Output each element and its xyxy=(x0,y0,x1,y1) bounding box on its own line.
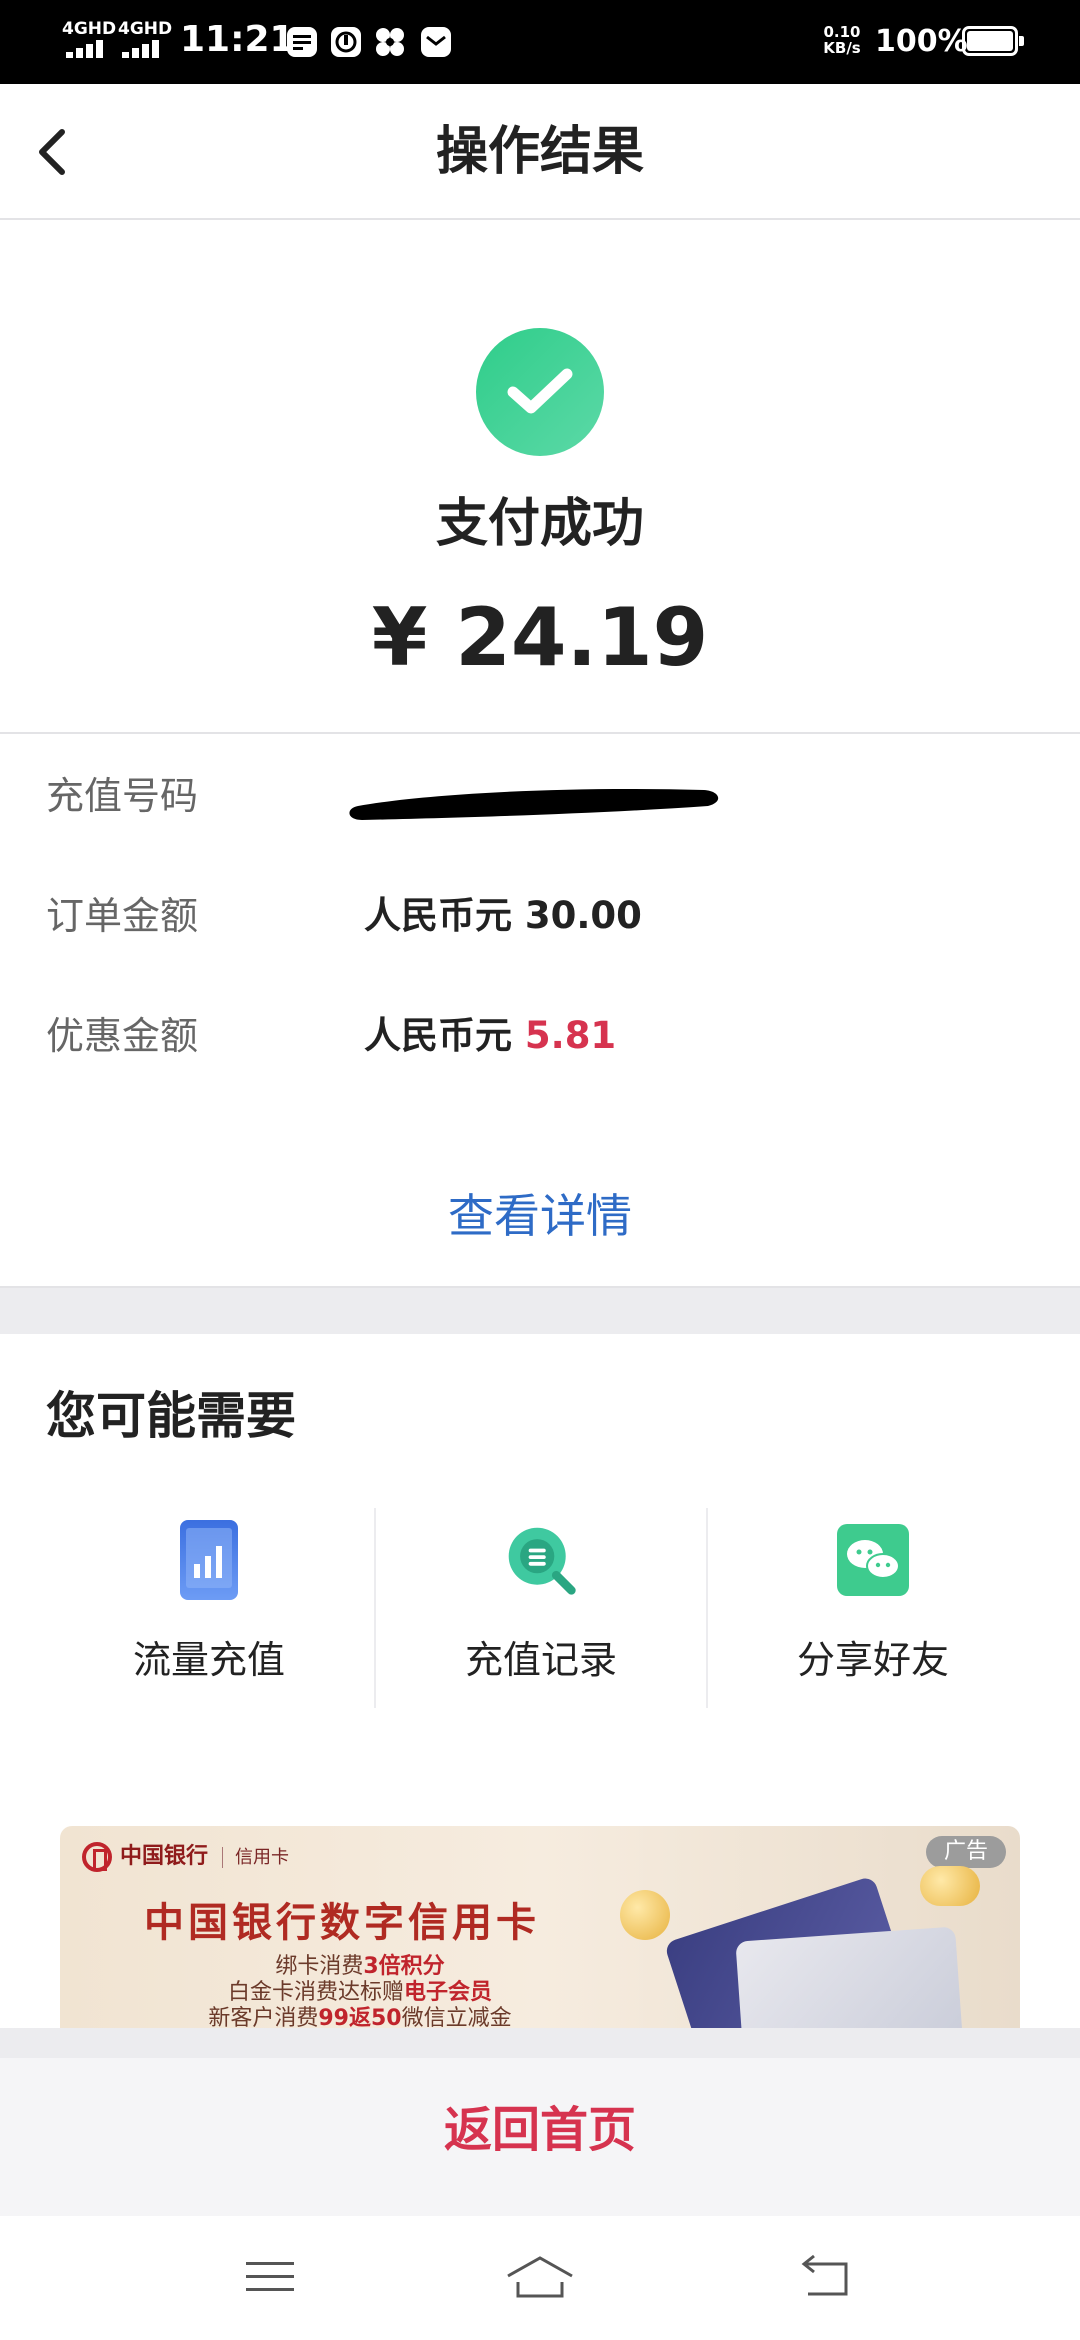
discount-currency: 人民币元 xyxy=(364,1014,525,1057)
menu-icon[interactable] xyxy=(240,2252,300,2302)
suggestions-title: 您可能需要 xyxy=(46,1387,296,1445)
bottom-action-bar: 返回首页 xyxy=(0,2028,1080,2216)
notification-mail-icon xyxy=(421,27,451,57)
section-divider xyxy=(0,1286,1080,1334)
redacted-phone-number xyxy=(349,788,719,820)
status-bar: 4GHD 4GHD 11:21 0.10 KB/s 100% xyxy=(0,0,1080,84)
battery-percent: 100% xyxy=(875,24,968,59)
notification-fan-icon xyxy=(376,28,404,56)
signal-1-indicator: 4GHD xyxy=(62,20,116,38)
notification-list-icon xyxy=(287,27,317,57)
ad-line-1: 绑卡消费3倍积分 xyxy=(60,1954,660,1980)
record-search-icon xyxy=(503,1518,579,1602)
status-time: 11:21 xyxy=(180,19,295,60)
detail-label: 优惠金额 xyxy=(46,1014,199,1058)
network-speed-unit: KB/s xyxy=(823,39,861,57)
quick-item-label: 流量充值 xyxy=(132,1638,285,1682)
order-details: 充值号码 订单金额 人民币元 30.00 优惠金额 人民币元 5.81 查看详情 xyxy=(0,736,1080,1286)
bank-of-china-logo-icon xyxy=(82,1842,112,1872)
order-amount-value: 人民币元 30.00 xyxy=(364,894,642,937)
quick-item-label: 充值记录 xyxy=(464,1638,617,1682)
ad-highlight: 3倍积分 xyxy=(363,1954,445,1979)
ad-brand-sub: 信用卡 xyxy=(222,1847,290,1868)
coin-icon xyxy=(620,1890,670,1940)
ad-headline: 中国银行数字信用卡 xyxy=(144,1900,540,1946)
credit-card-image xyxy=(735,1926,965,2028)
detail-row-order-amount: 订单金额 人民币元 30.00 xyxy=(0,876,1080,956)
quick-item-data-topup[interactable]: 流量充值 xyxy=(44,1508,374,1708)
success-check-icon xyxy=(476,328,604,456)
signal-2-indicator: 4GHD xyxy=(118,20,172,38)
ad-highlight: 99返50 xyxy=(318,2006,402,2028)
ad-line-3: 新客户消费99返50微信立减金 xyxy=(60,2006,660,2028)
network-type-1: 4GHD xyxy=(62,19,117,39)
ad-brand-name: 中国银行 xyxy=(120,1844,209,1869)
battery-icon xyxy=(962,26,1024,56)
ad-text: 绑卡消费 xyxy=(275,1954,364,1979)
system-navigation-bar xyxy=(0,2216,1080,2340)
detail-row-discount: 优惠金额 人民币元 5.81 xyxy=(0,996,1080,1076)
network-speed: 0.10 KB/s xyxy=(822,24,862,56)
ad-text: 白金卡消费达标赠 xyxy=(227,1980,404,2005)
ad-text: 新客户消费 xyxy=(208,2006,319,2028)
quick-item-topup-records[interactable]: 充值记录 xyxy=(376,1508,706,1708)
ad-highlight: 电子会员 xyxy=(404,1980,493,2005)
detail-label: 订单金额 xyxy=(46,894,199,938)
back-nav-icon[interactable] xyxy=(794,2252,854,2302)
ad-brand: 中国银行 信用卡 xyxy=(82,1842,290,1872)
result-status-text: 支付成功 xyxy=(435,494,644,554)
notification-app-icon xyxy=(331,27,361,57)
back-to-home-button[interactable]: 返回首页 xyxy=(0,2098,1080,2162)
paid-amount: ¥ 24.19 xyxy=(371,591,709,684)
detail-row-phone: 充值号码 xyxy=(0,756,1080,836)
phone-chart-icon xyxy=(171,1518,247,1602)
payment-result: 支付成功 ¥ 24.19 xyxy=(0,222,1080,734)
home-icon[interactable] xyxy=(504,2252,576,2302)
coin-icon xyxy=(920,1866,980,1906)
ad-line-2: 白金卡消费达标赠电子会员 xyxy=(60,1980,660,2006)
nav-bar: 操作结果 xyxy=(0,84,1080,220)
network-type-2: 4GHD xyxy=(118,19,173,39)
ad-banner[interactable]: 中国银行 信用卡 广告 中国银行数字信用卡 绑卡消费3倍积分 白金卡消费达标赠电子… xyxy=(60,1826,1020,2028)
discount-amount-value: 人民币元 5.81 xyxy=(364,1012,616,1060)
view-details-link[interactable]: 查看详情 xyxy=(0,1186,1080,1246)
ad-text: 微信立减金 xyxy=(401,2006,512,2028)
page-title: 操作结果 xyxy=(435,122,644,182)
detail-label: 充值号码 xyxy=(46,774,199,818)
quick-item-share-friends[interactable]: 分享好友 xyxy=(708,1508,1038,1708)
network-speed-value: 0.10 xyxy=(823,23,861,41)
discount-number: 5.81 xyxy=(524,1014,617,1057)
wechat-icon xyxy=(835,1518,911,1602)
ad-tag: 广告 xyxy=(925,1836,1006,1868)
quick-item-label: 分享好友 xyxy=(796,1638,949,1682)
signal-bars-1-icon xyxy=(66,40,110,58)
signal-bars-2-icon xyxy=(122,40,166,58)
